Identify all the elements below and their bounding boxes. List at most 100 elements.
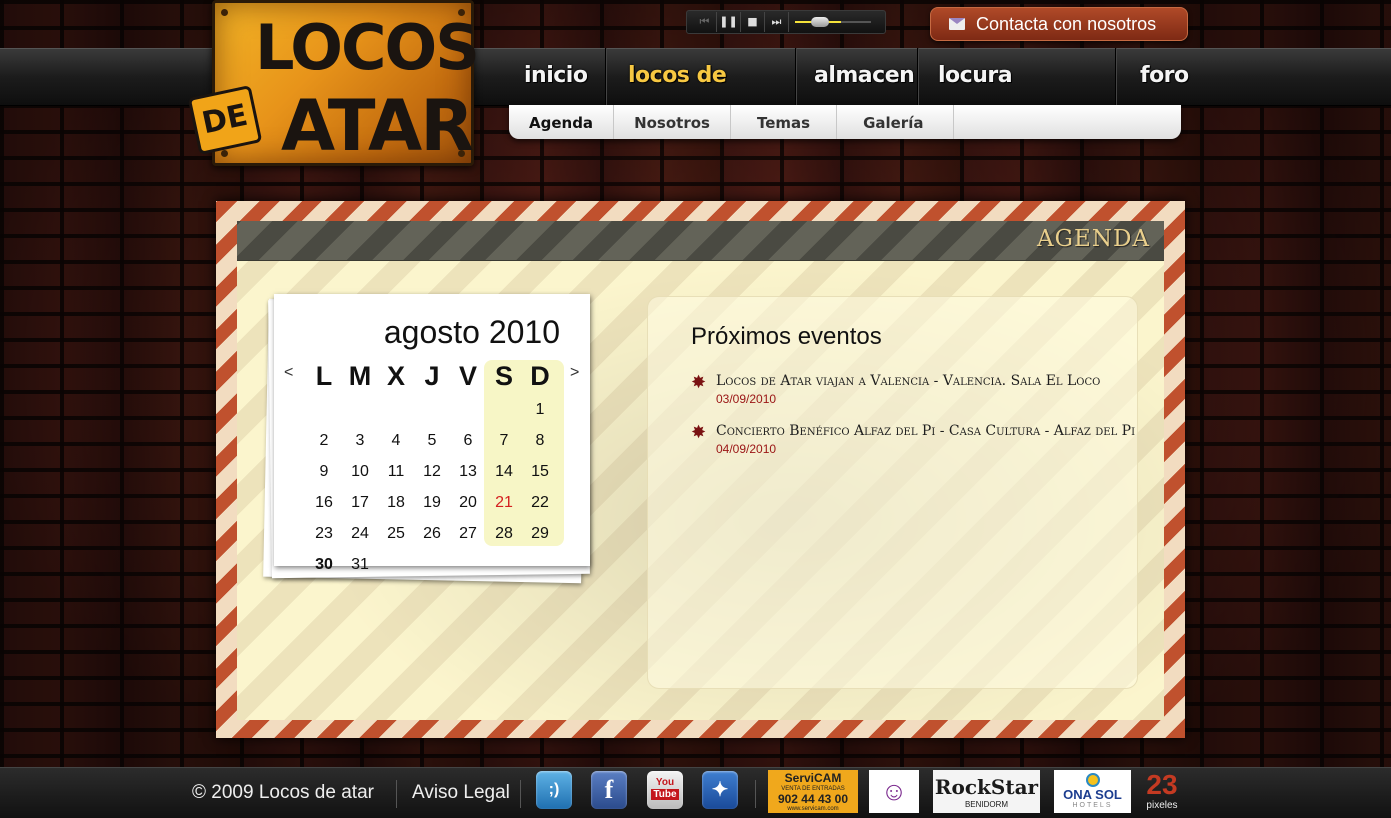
submenu-item-agenda[interactable]: Agenda (509, 105, 615, 139)
menu-item-inicio[interactable]: inicio (508, 48, 606, 106)
menu-item-locura-solidaria[interactable]: locura solidaria (918, 48, 1116, 144)
calendar-day[interactable]: 3 (342, 425, 378, 456)
calendar-day[interactable]: 17 (342, 487, 378, 518)
calendar-week-row: 1 (306, 394, 558, 425)
facebook-icon[interactable]: f (591, 771, 627, 809)
calendar-day[interactable]: 5 (414, 425, 450, 456)
calendar-week-row: 9 10 11 12 13 14 15 (306, 456, 558, 487)
onasol-sub: HOTELS (1072, 802, 1113, 809)
sun-icon (1085, 773, 1100, 787)
calendar-day[interactable]: 28 (486, 518, 522, 549)
calendar-day[interactable]: 29 (522, 518, 558, 549)
event-date: 04/09/2010 (716, 442, 777, 456)
section-title: AGENDA (1037, 226, 1150, 252)
previous-track-button[interactable]: ⏮ (693, 12, 717, 32)
stop-button[interactable]: ■ (741, 12, 765, 32)
site-logo[interactable]: LOCOS ATAR DE (187, 0, 480, 167)
calendar-empty-cell (342, 394, 378, 425)
submenu-item-nosotros[interactable]: Nosotros (614, 105, 731, 139)
contact-button-label: Contacta con nosotros (976, 14, 1157, 34)
calendar-day[interactable]: 20 (450, 487, 486, 518)
calendar-day[interactable]: 23 (306, 518, 342, 549)
servicam-sponsor-logo[interactable]: ServiCAM VENTA DE ENTRADAS 902 44 43 00 … (768, 770, 858, 813)
footer-divider (755, 780, 756, 808)
calendar-day[interactable]: 12 (414, 456, 450, 487)
calendar-weekday: J (424, 361, 440, 391)
logo-text-atar: ATAR (281, 85, 474, 167)
event-title[interactable]: Locos de Atar viajan a Valencia - Valenc… (716, 373, 1100, 389)
calendar-week-row: 16 17 18 19 20 21 22 (306, 487, 558, 518)
main-menu: inicio locos de atar almacen locura soli… (508, 48, 1189, 144)
calendar: agosto 2010 < > L M X J V S D 1 2 3 4 5 6 7 8 9 10 11 12 13… (274, 294, 590, 573)
calendar-day[interactable]: 14 (486, 456, 522, 487)
onasol-sponsor-logo[interactable]: ONA SOL HOTELS (1054, 770, 1131, 813)
calendar-day[interactable]: 22 (522, 487, 558, 518)
footer-divider (396, 780, 397, 808)
rockstar-sub: BENIDORM (964, 800, 1009, 809)
next-track-button[interactable]: ⏭ (765, 12, 789, 32)
calendar-day[interactable]: 11 (378, 456, 414, 487)
calendar-week-row: 30 31 (306, 549, 558, 580)
calendar-week-row: 2345678 (306, 425, 558, 456)
section-header: AGENDA (237, 221, 1164, 261)
calendar-day[interactable]: 16 (306, 487, 342, 518)
calendar-day[interactable]: 2 (306, 425, 342, 456)
servicam-url: www.servicam.com (787, 806, 839, 812)
calendar-day[interactable]: 19 (414, 487, 450, 518)
pixeles-sub: pixeles (1146, 800, 1178, 811)
pixeles-sponsor-logo[interactable]: 23 pixeles (1141, 770, 1183, 813)
submenu-item-temas[interactable]: Temas (731, 105, 838, 139)
menu-item-almacen[interactable]: almacen (796, 48, 918, 106)
calendar-day[interactable]: 27 (450, 518, 486, 549)
servicam-name: ServiCAM (784, 771, 842, 785)
calendar-weekday: S (494, 361, 513, 391)
calendar-prev-button[interactable]: < (284, 364, 293, 382)
sub-menu: Agenda Nosotros Temas Galería (509, 105, 1181, 139)
calendar-day[interactable]: 26 (414, 518, 450, 549)
calendar-empty-cell (486, 394, 522, 425)
calendar-grid: L M X J V S D 1 2 3 4 5 6 7 8 9 10 11 12 13 14 15 16 17 18 19 20 21… (306, 356, 558, 580)
calendar-day[interactable]: 7 (486, 425, 522, 456)
calendar-next-button[interactable]: > (570, 364, 579, 382)
contact-button[interactable]: Contacta con nosotros (930, 7, 1188, 41)
legal-notice-link[interactable]: Aviso Legal (412, 782, 510, 804)
event-title[interactable]: Concierto Benéfico Alfaz del Pi - Casa C… (716, 423, 1135, 439)
mask-sponsor-logo[interactable]: ☺ (869, 770, 919, 813)
calendar-day[interactable]: 8 (522, 425, 558, 456)
volume-slider[interactable] (795, 12, 871, 32)
myspace-icon[interactable]: ✦ (702, 771, 738, 809)
calendar-empty-cell (414, 394, 450, 425)
footer-divider (520, 780, 521, 808)
rockstar-sponsor-logo[interactable]: RockStar BENIDORM (933, 770, 1040, 813)
calendar-weekday: D (530, 361, 550, 391)
calendar-day[interactable]: 25 (378, 518, 414, 549)
calendar-day[interactable]: 31 (342, 549, 378, 580)
submenu-item-galeria[interactable]: Galería (837, 105, 955, 139)
calendar-day[interactable]: 1 (522, 394, 558, 425)
servicam-phone: 902 44 43 00 (777, 792, 849, 806)
calendar-day[interactable]: 4 (378, 425, 414, 456)
calendar-empty-cell (378, 549, 414, 580)
calendar-weekday: L (315, 361, 333, 391)
starburst-icon: ✸ (691, 372, 707, 393)
calendar-day[interactable]: 9 (306, 456, 342, 487)
calendar-day[interactable]: 6 (450, 425, 486, 456)
calendar-day[interactable]: 30 (306, 549, 342, 580)
rockstar-name: RockStar (934, 775, 1039, 799)
calendar-empty-cell (414, 549, 450, 580)
calendar-day[interactable]: 10 (342, 456, 378, 487)
calendar-empty-cell (378, 394, 414, 425)
pause-button[interactable]: ❚❚ (717, 12, 741, 32)
youtube-icon[interactable]: You Tube (647, 771, 683, 809)
calendar-day[interactable]: 15 (522, 456, 558, 487)
calendar-day[interactable]: 21 (486, 487, 522, 518)
envelope-icon (949, 18, 965, 30)
logo-bolt (221, 150, 228, 157)
calendar-day[interactable]: 18 (378, 487, 414, 518)
menu-item-foro[interactable]: foro (1116, 48, 1189, 106)
volume-knob[interactable] (810, 17, 829, 27)
calendar-day[interactable]: 24 (342, 518, 378, 549)
menu-item-locos-de-atar[interactable]: locos de atar (606, 48, 796, 144)
tuenti-icon[interactable]: ;) (536, 771, 572, 809)
calendar-day[interactable]: 13 (450, 456, 486, 487)
